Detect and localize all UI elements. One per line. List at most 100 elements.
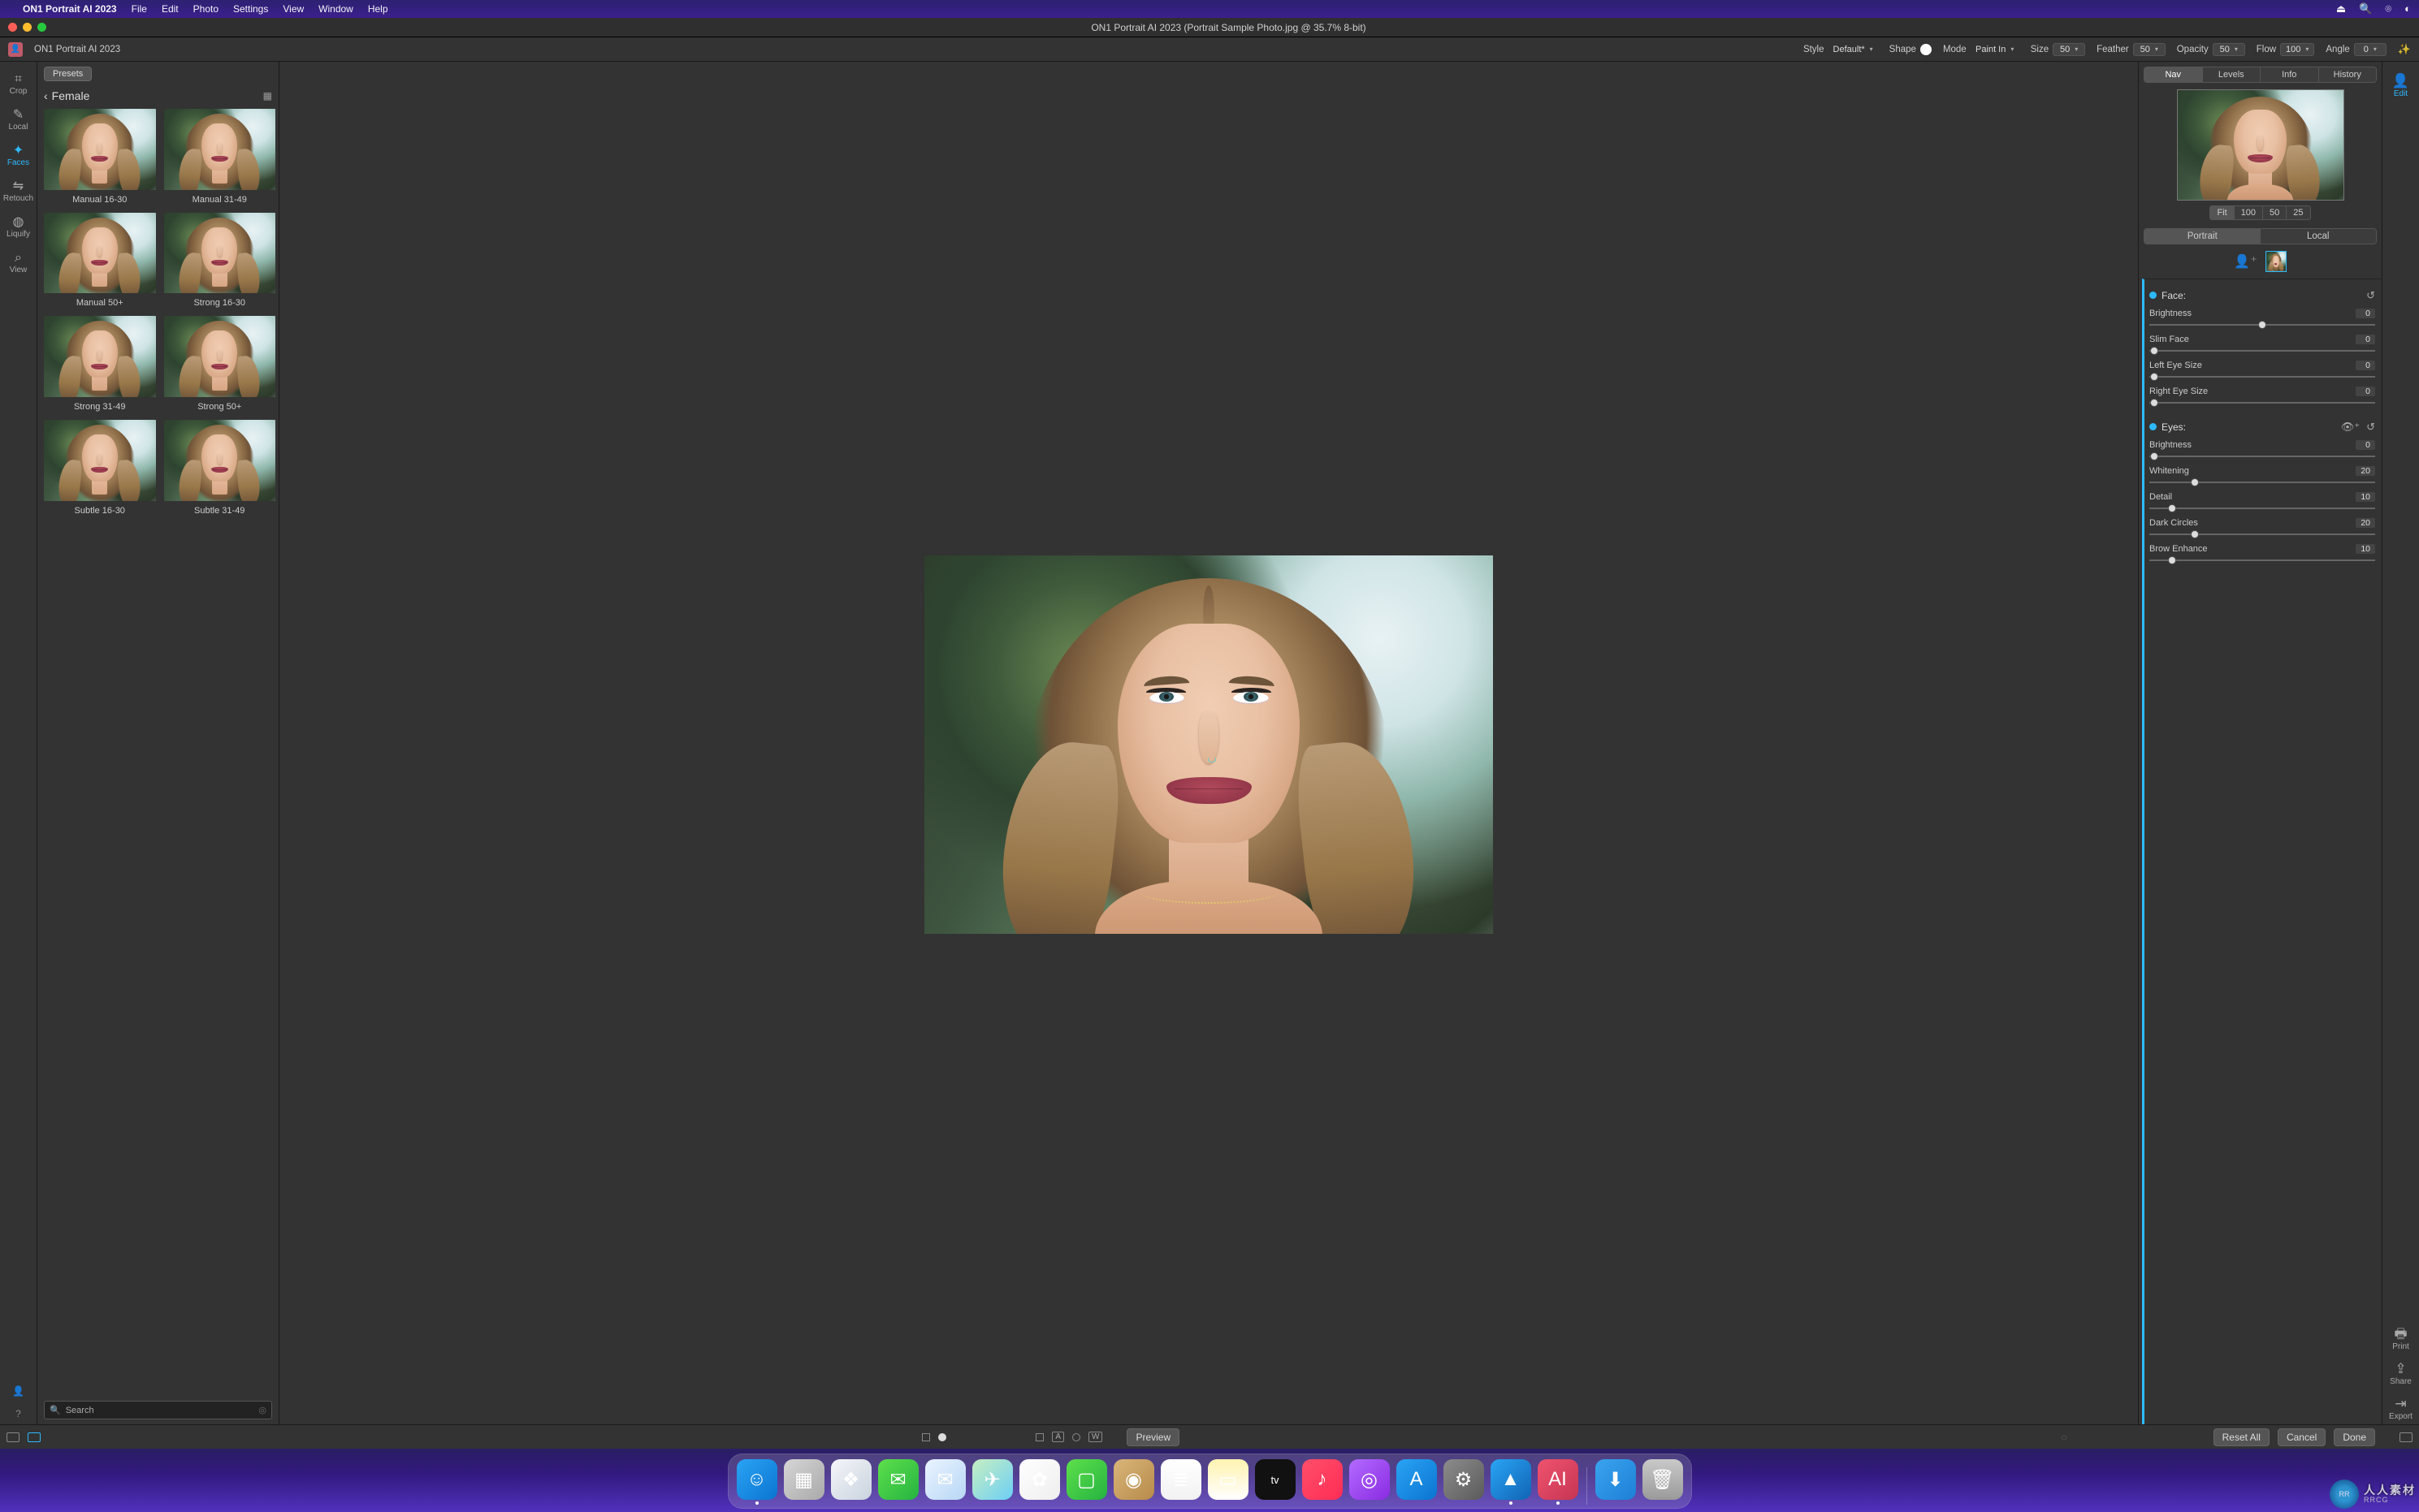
menubar-app-title[interactable]: ON1 Portrait AI 2023 xyxy=(23,3,117,15)
dock-app-maps[interactable]: ✈ xyxy=(972,1459,1013,1505)
slider-track[interactable] xyxy=(2149,503,2375,513)
print-button[interactable]: 🖶Print xyxy=(2383,1323,2419,1354)
search-input[interactable]: 🔍 Search ◎ xyxy=(44,1401,272,1419)
dock-app-podcasts[interactable]: ◎ xyxy=(1349,1459,1390,1505)
grid-view-icon[interactable]: ▦ xyxy=(263,90,272,102)
preset-item[interactable]: Subtle 31-49 xyxy=(164,420,276,516)
dock-app-on1[interactable]: ▲ xyxy=(1491,1459,1531,1505)
menubar-control-icon[interactable]: ⌾ xyxy=(2385,2,2391,15)
slider-track[interactable] xyxy=(2149,529,2375,539)
tool-retouch[interactable]: ⇋Retouch xyxy=(1,175,37,208)
menu-settings[interactable]: Settings xyxy=(233,3,268,15)
share-button[interactable]: ⇪Share xyxy=(2383,1358,2419,1389)
slider-value[interactable]: 20 xyxy=(2356,466,2375,476)
dock-app-downloads[interactable]: ⬇ xyxy=(1595,1459,1636,1505)
menu-file[interactable]: File xyxy=(132,3,147,15)
menu-window[interactable]: Window xyxy=(318,3,353,15)
dock-app-messages[interactable]: ✉ xyxy=(878,1459,919,1505)
slider-track[interactable] xyxy=(2149,372,2375,382)
slider-track[interactable] xyxy=(2149,451,2375,461)
panel-toggle-right-icon[interactable] xyxy=(2400,1432,2413,1442)
tool-liquify[interactable]: ◍Liquify xyxy=(1,211,37,244)
dock-app-notes[interactable]: ▭ xyxy=(1208,1459,1248,1505)
menubar-siri-icon[interactable]: ◐ xyxy=(2404,2,2411,15)
slider-value[interactable]: 0 xyxy=(2356,361,2375,370)
navigator-thumbnail[interactable] xyxy=(2177,89,2344,201)
slider-value[interactable]: 0 xyxy=(2356,440,2375,450)
panel-toggle-left-icon[interactable] xyxy=(6,1432,19,1442)
zoom-50[interactable]: 50 xyxy=(2262,205,2287,220)
dock-app-music[interactable]: ♪ xyxy=(1302,1459,1343,1505)
profile-icon[interactable]: 👤 xyxy=(12,1385,24,1397)
menubar-search-icon[interactable]: 🔍 xyxy=(2359,2,2372,15)
angle-field[interactable]: 0▾ xyxy=(2354,43,2387,56)
eye-overlay-icon[interactable]: 👁⁺ xyxy=(2341,421,2360,434)
shape-circle-icon[interactable] xyxy=(1920,44,1932,55)
zoom-25[interactable]: 25 xyxy=(2286,205,2310,220)
flow-field[interactable]: 100▾ xyxy=(2280,43,2314,56)
tool-faces[interactable]: ✦Faces xyxy=(1,140,37,172)
tool-view[interactable]: ⌕View xyxy=(1,247,37,279)
panel-toggle-left2-icon[interactable] xyxy=(28,1432,41,1442)
mode-tab-local[interactable]: Local xyxy=(2261,229,2377,244)
slider-value[interactable]: 0 xyxy=(2356,309,2375,318)
menu-photo[interactable]: Photo xyxy=(193,3,219,15)
face-section-toggle-icon[interactable] xyxy=(2149,292,2157,299)
menubar-wifi-icon[interactable]: ⏏ xyxy=(2336,2,2346,15)
zoom-fit[interactable]: Fit xyxy=(2209,205,2234,220)
preset-item[interactable]: Manual 31-49 xyxy=(164,109,276,205)
menu-edit[interactable]: Edit xyxy=(162,3,179,15)
size-field[interactable]: 50▾ xyxy=(2053,43,2085,56)
presets-tab[interactable]: Presets xyxy=(44,67,92,81)
mask-circle-icon[interactable] xyxy=(1072,1433,1080,1441)
presets-back[interactable]: ‹ Female xyxy=(44,89,89,102)
mask-w-icon[interactable]: W xyxy=(1088,1432,1102,1442)
preset-item[interactable]: Strong 31-49 xyxy=(44,316,156,412)
main-image[interactable] xyxy=(924,555,1493,935)
preset-item[interactable]: Manual 16-30 xyxy=(44,109,156,205)
menu-view[interactable]: View xyxy=(283,3,304,15)
softproof-icon[interactable] xyxy=(1036,1433,1044,1441)
reset-all-button[interactable]: Reset All xyxy=(2213,1428,2270,1446)
dock-app-trash[interactable]: 🗑 xyxy=(1642,1459,1683,1505)
dock-app-contacts[interactable]: ◉ xyxy=(1114,1459,1154,1505)
slider-track[interactable] xyxy=(2149,398,2375,408)
slider-track[interactable] xyxy=(2149,477,2375,487)
slider-track[interactable] xyxy=(2149,320,2375,330)
eyes-section-toggle-icon[interactable] xyxy=(2149,423,2157,430)
slider-value[interactable]: 0 xyxy=(2356,387,2375,396)
magic-wand-icon[interactable]: ✨ xyxy=(2398,43,2411,56)
zoom-100[interactable]: 100 xyxy=(2234,205,2263,220)
feather-field[interactable]: 50▾ xyxy=(2133,43,2166,56)
export-button[interactable]: ⇥Export xyxy=(2383,1393,2419,1424)
dock-app-finder[interactable]: ☺ xyxy=(737,1459,777,1505)
dock-app-facetime[interactable]: ▢ xyxy=(1067,1459,1107,1505)
face-thumbnail[interactable] xyxy=(2265,251,2287,272)
dock-app-tv[interactable]: tv xyxy=(1255,1459,1296,1505)
mask-a-icon[interactable]: A xyxy=(1052,1432,1064,1442)
mode-dropdown[interactable]: Paint In▾ xyxy=(1971,44,2019,55)
dock-app-safari[interactable]: ❖ xyxy=(831,1459,872,1505)
cancel-button[interactable]: Cancel xyxy=(2278,1428,2326,1446)
tab-history[interactable]: History xyxy=(2319,67,2377,82)
compare-circle-icon[interactable] xyxy=(938,1433,946,1441)
tool-local[interactable]: ✎Local xyxy=(1,104,37,136)
opacity-field[interactable]: 50▾ xyxy=(2213,43,2245,56)
dock-app-launchpad[interactable]: ▦ xyxy=(784,1459,824,1505)
reset-eyes-icon[interactable]: ↺ xyxy=(2366,421,2375,434)
slider-value[interactable]: 0 xyxy=(2356,335,2375,344)
preview-button[interactable]: Preview xyxy=(1127,1428,1179,1446)
menu-help[interactable]: Help xyxy=(368,3,388,15)
help-icon[interactable]: ? xyxy=(15,1408,21,1419)
style-dropdown[interactable]: Default*▾ xyxy=(1828,44,1878,55)
slider-value[interactable]: 20 xyxy=(2356,518,2375,528)
dock-app-on1ai[interactable]: AI xyxy=(1538,1459,1578,1505)
tool-crop[interactable]: ⌗Crop xyxy=(1,68,37,101)
slider-value[interactable]: 10 xyxy=(2356,492,2375,502)
preset-item[interactable]: Strong 50+ xyxy=(164,316,276,412)
slider-track[interactable] xyxy=(2149,555,2375,565)
preset-item[interactable]: Manual 50+ xyxy=(44,213,156,309)
minimize-icon[interactable] xyxy=(23,23,32,32)
slider-value[interactable]: 10 xyxy=(2356,544,2375,554)
add-face-icon[interactable]: 👤⁺ xyxy=(2234,253,2257,270)
